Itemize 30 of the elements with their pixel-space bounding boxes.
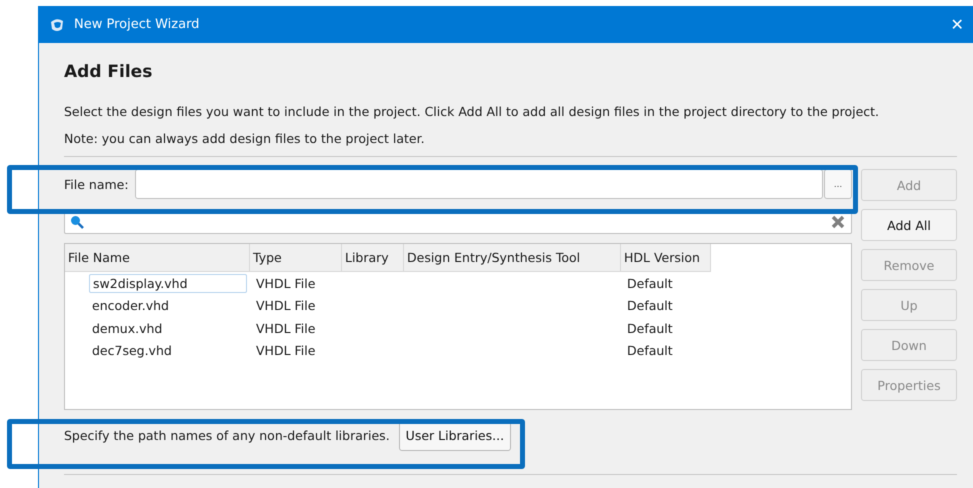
action-button[interactable]: Add All — [861, 209, 957, 241]
table-cell-text: VHDL File — [255, 274, 316, 292]
file-name-field[interactable] — [134, 169, 823, 199]
file-row[interactable]: dec7seg.vhd — [89, 342, 175, 360]
search-icon — [70, 214, 84, 228]
column-header[interactable]: File Name — [65, 244, 250, 272]
page-heading: Add Files — [64, 62, 154, 82]
file-row[interactable]: encoder.vhd — [89, 297, 172, 314]
field-label: File name: — [64, 176, 129, 192]
table-cell-text: Default — [626, 274, 674, 292]
file-row[interactable]: demux.vhd — [89, 320, 166, 337]
column-header[interactable]: HDL Version — [621, 244, 711, 272]
table-cell-text: Default — [626, 320, 674, 337]
table-cell-text: Default — [626, 297, 674, 314]
clear-icon[interactable] — [831, 214, 845, 228]
close-button[interactable]: ✕ — [947, 14, 967, 34]
table-cell-text: VHDL File — [255, 297, 316, 314]
window-title: New Project Wizard — [74, 17, 200, 32]
column-header[interactable]: Type — [250, 244, 342, 272]
table-cell-text: Default — [626, 342, 674, 360]
app-icon — [49, 16, 65, 32]
file-row[interactable]: sw2display.vhd — [89, 274, 247, 293]
column-header[interactable]: Library — [342, 244, 404, 272]
description-text: Note: you can always add design files to the project later. — [64, 131, 426, 146]
libraries-hint: Specify the path names of any non-default libraries. — [64, 428, 390, 443]
description-text: Select the design files you want to include in the project. Click Add All to add all design files in the project directory to the project. — [64, 104, 880, 119]
browse-button[interactable]: ... — [824, 169, 852, 199]
table-cell-text: VHDL File — [255, 342, 316, 360]
column-header[interactable]: Design Entry/Synthesis Tool — [404, 244, 621, 272]
table-cell-text: VHDL File — [255, 320, 316, 337]
